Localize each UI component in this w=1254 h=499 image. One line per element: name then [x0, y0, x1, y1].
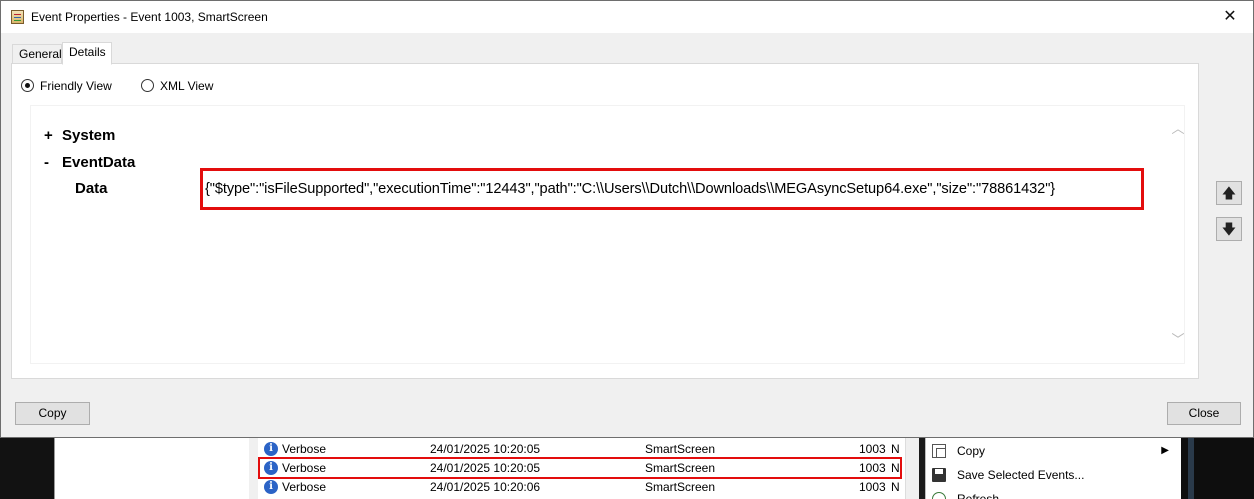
- highlight-box-data: [200, 168, 1144, 210]
- action-refresh[interactable]: Refresh: [930, 488, 1175, 499]
- event-row[interactable]: i Verbose 24/01/2025 10:20:06 SmartScree…: [262, 478, 902, 496]
- copy-button[interactable]: Copy: [15, 402, 90, 425]
- xml-view-label[interactable]: XML View: [160, 78, 213, 94]
- down-arrow-icon: 🡇: [1221, 221, 1237, 237]
- event-source: SmartScreen: [645, 480, 716, 494]
- event-task-category: N: [891, 442, 900, 456]
- action-label: Refresh: [957, 492, 1000, 499]
- console-tree-panel[interactable]: [54, 438, 251, 499]
- details-tab-panel: Friendly View XML View + System - EventD…: [11, 63, 1199, 379]
- event-task-category: N: [891, 480, 900, 494]
- info-icon: i: [264, 480, 278, 494]
- save-icon: [932, 468, 946, 482]
- action-label: Save Selected Events...: [957, 468, 1085, 482]
- data-field-label: Data: [75, 180, 108, 197]
- node-label[interactable]: System: [62, 126, 115, 146]
- scroll-up-icon[interactable]: ︿: [1170, 121, 1186, 137]
- action-label: Copy: [957, 444, 986, 458]
- event-viewer-icon: [11, 10, 24, 24]
- node-label[interactable]: EventData: [62, 153, 135, 173]
- refresh-icon: [932, 492, 946, 499]
- expand-icon[interactable]: +: [44, 126, 53, 146]
- highlight-box-event-row: [258, 457, 902, 479]
- friendly-view-content[interactable]: + System - EventData Data {"$type":"isFi…: [30, 105, 1185, 364]
- title-bar[interactable]: Event Properties - Event 1003, SmartScre…: [1, 1, 1253, 33]
- event-id: 1003: [859, 442, 886, 456]
- event-source: SmartScreen: [645, 442, 716, 456]
- event-level: Verbose: [282, 442, 327, 456]
- event-id: 1003: [859, 480, 886, 494]
- submenu-arrow-icon: ▶: [1161, 445, 1169, 456]
- scroll-down-icon[interactable]: ﹀: [1170, 332, 1186, 348]
- dialog-title: Event Properties - Event 1003, SmartScre…: [31, 10, 268, 24]
- action-copy[interactable]: Copy ▶: [930, 440, 1175, 462]
- radio-unselected-icon[interactable]: [141, 79, 154, 92]
- up-arrow-icon: 🡅: [1221, 185, 1237, 201]
- friendly-view-label[interactable]: Friendly View: [40, 78, 112, 94]
- event-datetime: 24/01/2025 10:20:06: [430, 480, 541, 494]
- next-event-button[interactable]: 🡇: [1216, 217, 1242, 241]
- previous-event-button[interactable]: 🡅: [1216, 181, 1242, 205]
- info-icon: i: [264, 442, 278, 456]
- radio-selected-icon[interactable]: [21, 79, 34, 92]
- close-button[interactable]: Close: [1167, 402, 1241, 425]
- event-level: Verbose: [282, 480, 327, 494]
- splitter[interactable]: [249, 438, 258, 499]
- desktop-background: [0, 438, 54, 499]
- close-icon[interactable]: ✕: [1207, 1, 1253, 33]
- desktop-background-right: [1181, 438, 1254, 499]
- event-properties-dialog: Event Properties - Event 1003, SmartScre…: [0, 0, 1254, 438]
- event-row[interactable]: i Verbose 24/01/2025 10:20:05 SmartScree…: [262, 440, 902, 458]
- window-edge: [1188, 438, 1194, 499]
- copy-icon: [932, 444, 946, 458]
- event-list-scrollbar[interactable]: [905, 438, 919, 499]
- collapse-icon[interactable]: -: [44, 153, 49, 173]
- action-save-selected-events[interactable]: Save Selected Events...: [930, 464, 1175, 486]
- tab-details[interactable]: Details: [62, 42, 112, 65]
- tab-general[interactable]: General: [12, 44, 62, 64]
- event-datetime: 24/01/2025 10:20:05: [430, 442, 541, 456]
